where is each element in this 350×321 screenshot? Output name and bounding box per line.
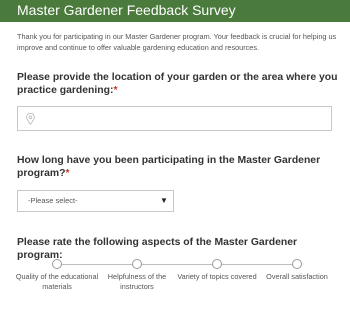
required-marker: * <box>65 167 70 179</box>
rating-option-quality[interactable]: Quality of the educational materials <box>14 256 100 292</box>
rating-option-variety[interactable]: Variety of topics covered <box>174 256 260 282</box>
rating-option-label: Helpfulness of the instructors <box>107 272 167 291</box>
required-marker: * <box>113 84 118 96</box>
rating-option-label: Variety of topics covered <box>177 272 257 281</box>
intro-text: Thank you for participating in our Maste… <box>17 32 337 52</box>
location-input[interactable] <box>40 108 328 129</box>
location-question-label: Please provide the location of your gard… <box>17 72 339 97</box>
rating-scale: Quality of the educational materials Hel… <box>0 256 350 296</box>
radio-circle-icon[interactable] <box>132 259 142 269</box>
caret-down-icon: ▼ <box>160 196 168 205</box>
survey-title: Master Gardener Feedback Survey <box>17 2 236 18</box>
survey-header: Master Gardener Feedback Survey <box>0 0 350 22</box>
duration-question-text: How long have you been participating in … <box>17 155 321 179</box>
rating-option-label: Overall satisfaction <box>266 272 328 281</box>
rating-option-label: Quality of the educational materials <box>15 272 99 291</box>
rating-option-overall[interactable]: Overall satisfaction <box>254 256 340 282</box>
radio-circle-icon[interactable] <box>52 259 62 269</box>
duration-question-label: How long have you been participating in … <box>17 155 339 180</box>
location-question-text: Please provide the location of your gard… <box>17 72 338 96</box>
duration-select[interactable]: -Please select- ▼ <box>17 190 174 212</box>
map-pin-icon <box>26 113 35 125</box>
location-field[interactable] <box>17 106 332 131</box>
duration-select-value: -Please select- <box>28 196 78 205</box>
radio-circle-icon[interactable] <box>212 259 222 269</box>
rating-option-helpfulness[interactable]: Helpfulness of the instructors <box>94 256 180 292</box>
radio-circle-icon[interactable] <box>292 259 302 269</box>
